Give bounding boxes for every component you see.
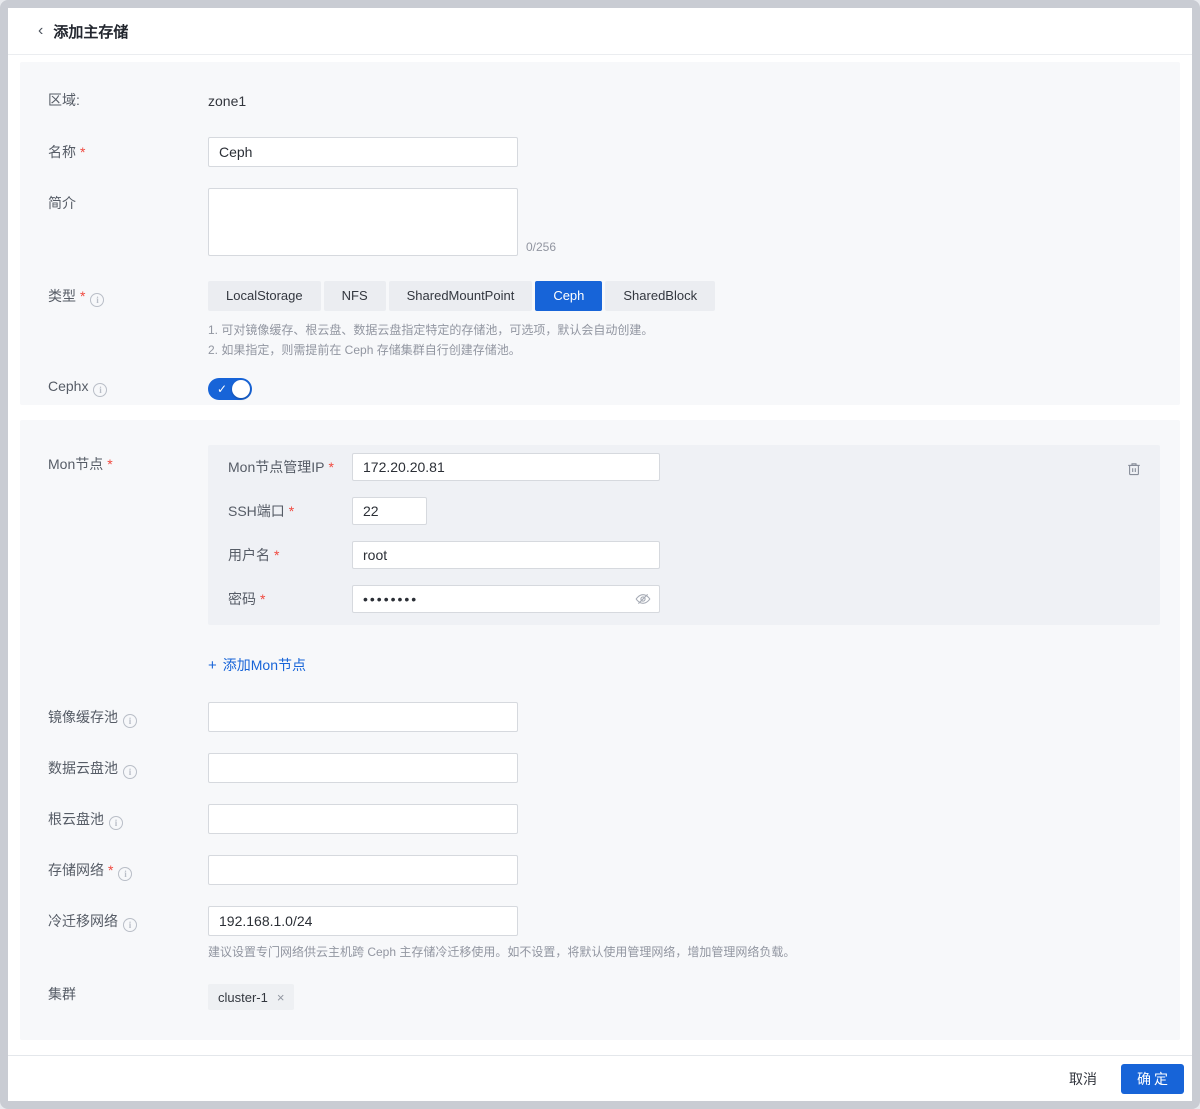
cluster-tag: cluster-1 × (208, 984, 294, 1010)
zone-row: 区域: zone1 (48, 90, 1160, 111)
required-mark: * (107, 456, 112, 472)
password-row: 密码* (228, 585, 1140, 613)
mon-ip-label: Mon节点管理IP* (228, 457, 352, 477)
cluster-row: 集群 cluster-1 × (48, 984, 1160, 1010)
check-icon: ✓ (217, 381, 227, 397)
migration-network-label: 冷迁移网络i (48, 906, 208, 932)
password-input[interactable] (352, 585, 660, 613)
name-input[interactable] (208, 137, 518, 167)
info-icon[interactable]: i (90, 293, 104, 307)
required-mark: * (260, 591, 265, 607)
type-hint-1: 1. 可对镜像缓存、根云盘、数据云盘指定特定的存储池，可选项，默认会自动创建。 (208, 320, 1160, 340)
plus-icon: + (208, 657, 217, 674)
mon-ip-row: Mon节点管理IP* (228, 453, 1140, 481)
required-mark: * (328, 459, 333, 475)
migration-network-hint: 建议设置专门网络供云主机跨 Ceph 主存储冷迁移使用。如不设置，将默认使用管理… (208, 944, 1160, 961)
ssh-port-label: SSH端口* (228, 501, 352, 521)
ssh-port-row: SSH端口* (228, 497, 1140, 525)
char-counter: 0/256 (526, 240, 556, 254)
info-icon[interactable]: i (123, 918, 137, 932)
storage-network-label: 存储网络*i (48, 855, 208, 881)
name-label: 名称* (48, 137, 208, 161)
storage-network-input[interactable] (208, 855, 518, 885)
add-primary-storage-page: ‹ 添加主存储 区域: zone1 名称* (0, 0, 1200, 1109)
required-mark: * (289, 503, 294, 519)
info-icon[interactable]: i (123, 714, 137, 728)
description-textarea[interactable] (208, 188, 518, 256)
root-volume-pool-row: 根云盘池i (48, 804, 1160, 834)
footer-action-bar: 取消 确定 (8, 1055, 1192, 1101)
cephx-toggle[interactable]: ✓ (208, 378, 252, 400)
data-volume-pool-label: 数据云盘池i (48, 753, 208, 779)
root-volume-pool-input[interactable] (208, 804, 518, 834)
type-option-sharedblock[interactable]: SharedBlock (605, 281, 715, 311)
mon-node-panel: Mon节点管理IP* SSH端口* 用户名* 密码* (208, 445, 1160, 625)
type-selector: LocalStorage NFS SharedMountPoint Ceph S… (208, 281, 1160, 311)
info-icon[interactable]: i (109, 816, 123, 830)
eye-slash-icon[interactable] (635, 591, 651, 607)
zone-value: zone1 (208, 90, 246, 111)
data-volume-pool-row: 数据云盘池i (48, 753, 1160, 783)
cluster-label: 集群 (48, 984, 208, 1003)
type-hint-2: 2. 如果指定，则需提前在 Ceph 存储集群自行创建存储池。 (208, 340, 1160, 360)
mon-node-label: Mon节点* (48, 445, 208, 473)
info-icon[interactable]: i (123, 765, 137, 779)
type-label: 类型*i (48, 281, 208, 307)
info-icon[interactable]: i (93, 383, 107, 397)
required-mark: * (80, 144, 85, 160)
page-title: 添加主存储 (53, 21, 128, 42)
add-mon-node-label: 添加Mon节点 (223, 655, 306, 675)
ssh-port-input[interactable] (352, 497, 427, 525)
username-label: 用户名* (228, 545, 352, 565)
required-mark: * (108, 862, 113, 878)
data-volume-pool-input[interactable] (208, 753, 518, 783)
delete-mon-node-button[interactable] (1124, 459, 1144, 479)
cluster-tag-label: cluster-1 (218, 990, 268, 1005)
info-icon[interactable]: i (118, 867, 132, 881)
confirm-button[interactable]: 确定 (1121, 1064, 1184, 1094)
form-content: 区域: zone1 名称* 简介 0 (8, 55, 1192, 1055)
description-label: 简介 (48, 188, 208, 212)
required-mark: * (274, 547, 279, 563)
zone-label: 区域: (48, 90, 208, 109)
type-option-nfs[interactable]: NFS (324, 281, 386, 311)
required-mark: * (80, 288, 85, 304)
basic-info-panel: 区域: zone1 名称* 简介 0 (20, 62, 1180, 405)
image-cache-pool-label: 镜像缓存池i (48, 702, 208, 728)
migration-network-row: 冷迁移网络i 建议设置专门网络供云主机跨 Ceph 主存储冷迁移使用。如不设置，… (48, 906, 1160, 961)
image-cache-pool-row: 镜像缓存池i (48, 702, 1160, 732)
cephx-label: Cephxi (48, 376, 208, 397)
storage-network-row: 存储网络*i (48, 855, 1160, 885)
back-button[interactable]: ‹ (38, 23, 43, 39)
username-input[interactable] (352, 541, 660, 569)
mon-and-pools-panel: Mon节点* Mon节点管理IP* SSH端口* 用户名* (20, 420, 1180, 1040)
add-mon-node-button[interactable]: + 添加Mon节点 (208, 655, 306, 675)
type-option-ceph[interactable]: Ceph (535, 281, 602, 311)
username-row: 用户名* (228, 541, 1140, 569)
mon-ip-input[interactable] (352, 453, 660, 481)
cancel-button[interactable]: 取消 (1069, 1069, 1097, 1089)
image-cache-pool-input[interactable] (208, 702, 518, 732)
migration-network-input[interactable] (208, 906, 518, 936)
root-volume-pool-label: 根云盘池i (48, 804, 208, 830)
type-option-localstorage[interactable]: LocalStorage (208, 281, 321, 311)
page-header: ‹ 添加主存储 (8, 8, 1192, 55)
type-hints: 1. 可对镜像缓存、根云盘、数据云盘指定特定的存储池，可选项，默认会自动创建。 … (208, 320, 1160, 360)
mon-node-row: Mon节点* Mon节点管理IP* SSH端口* 用户名* (48, 445, 1160, 625)
type-row: 类型*i LocalStorage NFS SharedMountPoint C… (48, 281, 1160, 360)
add-mon-row: + 添加Mon节点 (48, 640, 1160, 702)
cephx-row: Cephxi ✓ (48, 376, 1160, 405)
back-chevron-icon: ‹ (38, 23, 43, 39)
toggle-knob (232, 380, 250, 398)
password-label: 密码* (228, 589, 352, 609)
remove-cluster-icon[interactable]: × (277, 991, 285, 1004)
type-option-sharedmountpoint[interactable]: SharedMountPoint (389, 281, 533, 311)
description-row: 简介 0/256 (48, 188, 1160, 256)
name-row: 名称* (48, 137, 1160, 167)
